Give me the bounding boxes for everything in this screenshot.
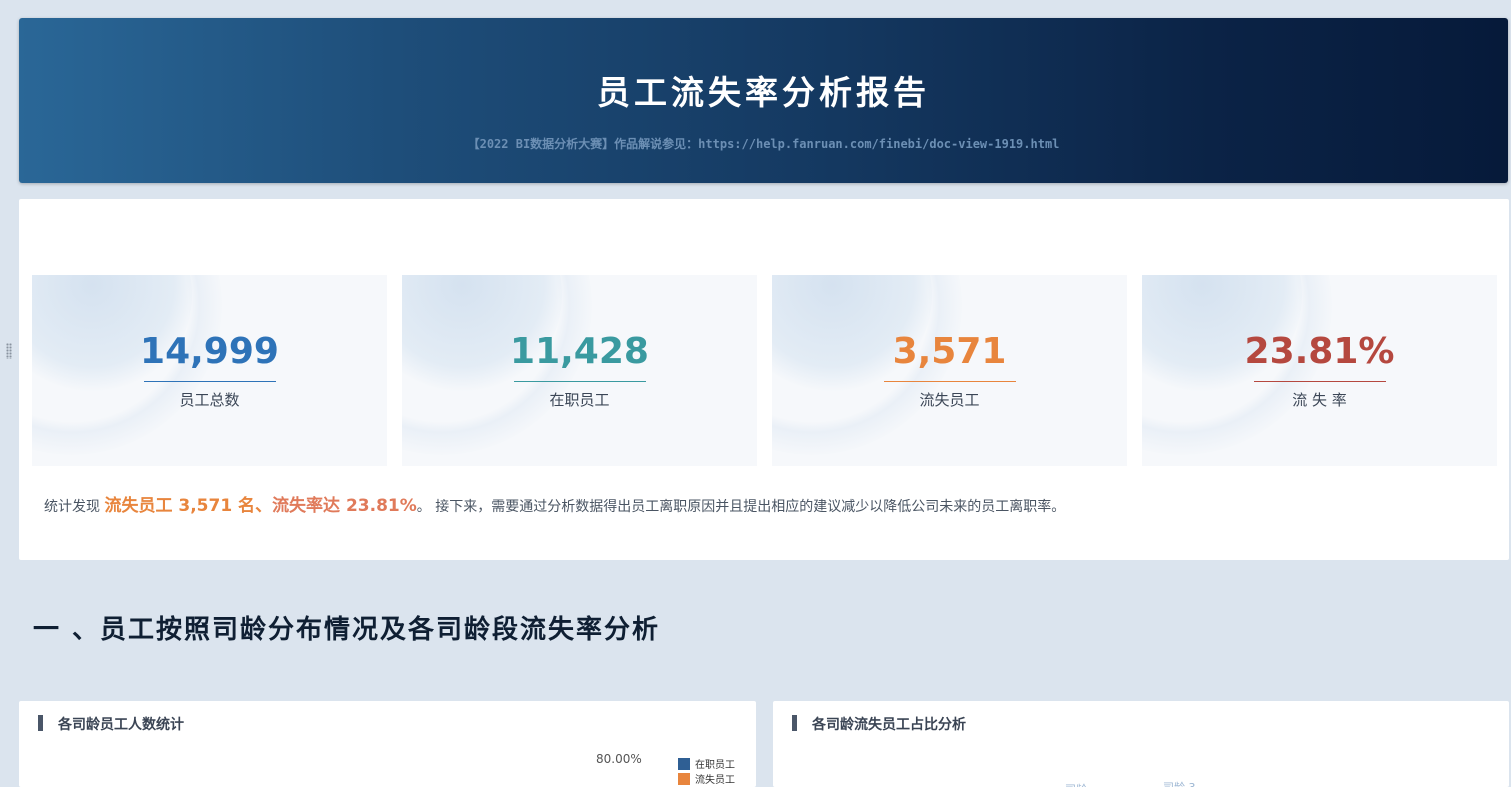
legend-swatch	[678, 772, 690, 785]
axis-tick-label: 80.00%	[596, 752, 642, 766]
summary-prefix: 统计发现	[44, 499, 105, 515]
kpi-value: 3,571	[892, 331, 1007, 372]
chart-card-tenure-headcount[interactable]: 各司龄员工人数统计 80.00% 在职员工 流失员工	[19, 701, 756, 787]
report-title: 员工流失率分析报告	[597, 73, 930, 112]
summary-highlight-rate: 流失率达 23.81%	[272, 496, 417, 516]
report-banner: 员工流失率分析报告 【2022 BI数据分析大赛】作品解说参见：https://…	[19, 18, 1508, 183]
kpi-divider	[884, 381, 1016, 382]
chart-faint-label: 司龄 3	[1163, 779, 1196, 787]
drag-handle-icon[interactable]	[6, 343, 12, 359]
legend-item-lost[interactable]: 流失员工	[678, 771, 735, 786]
legend-swatch	[678, 757, 690, 770]
card-title: 各司龄员工人数统计	[58, 717, 184, 733]
kpi-value: 11,428	[510, 331, 649, 372]
legend-label: 流失员工	[695, 775, 735, 786]
kpi-panel: 14,999 员工总数 11,428 在职员工 3,571 流失员工 23.81…	[19, 199, 1509, 560]
kpi-card-total: 14,999 员工总数	[32, 275, 387, 466]
kpi-label: 在职员工	[549, 391, 610, 409]
kpi-card-rate: 23.81% 流 失 率	[1142, 275, 1497, 466]
legend-item-active[interactable]: 在职员工	[678, 756, 735, 771]
kpi-divider	[514, 381, 646, 382]
kpi-label: 流失员工	[919, 391, 980, 409]
card-title-marker	[792, 715, 797, 731]
kpi-value: 23.81%	[1244, 331, 1395, 372]
chart-faint-label: 司龄	[1065, 781, 1087, 787]
legend-label: 在职员工	[695, 760, 735, 771]
kpi-card-lost: 3,571 流失员工	[772, 275, 1127, 466]
summary-separator: 、	[255, 496, 273, 516]
chart-legend: 在职员工 流失员工	[678, 756, 735, 786]
dashboard-page: 员工流失率分析报告 【2022 BI数据分析大赛】作品解说参见：https://…	[0, 0, 1511, 787]
kpi-divider	[1254, 381, 1386, 382]
summary-text: 统计发现 流失员工 3,571 名、流失率达 23.81%。 接下来，需要通过分…	[44, 491, 1065, 516]
kpi-label: 流 失 率	[1292, 391, 1347, 409]
summary-suffix: 。 接下来，需要通过分析数据得出员工离职原因并且提出相应的建议减少以降低公司未来…	[416, 499, 1066, 515]
kpi-card-active: 11,428 在职员工	[402, 275, 757, 466]
card-title: 各司龄流失员工占比分析	[812, 717, 966, 733]
card-title-marker	[38, 715, 43, 731]
kpi-value: 14,999	[140, 331, 279, 372]
summary-highlight-lost: 流失员工 3,571 名	[104, 496, 256, 516]
section-heading: 一 、员工按照司龄分布情况及各司龄段流失率分析	[33, 615, 661, 645]
kpi-divider	[144, 381, 276, 382]
report-subtitle-link[interactable]: 【2022 BI数据分析大赛】作品解说参见：https://help.fanru…	[19, 135, 1508, 152]
kpi-label: 员工总数	[179, 391, 240, 409]
chart-card-tenure-lost-share[interactable]: 各司龄流失员工占比分析 司龄 司龄 3	[773, 701, 1509, 787]
